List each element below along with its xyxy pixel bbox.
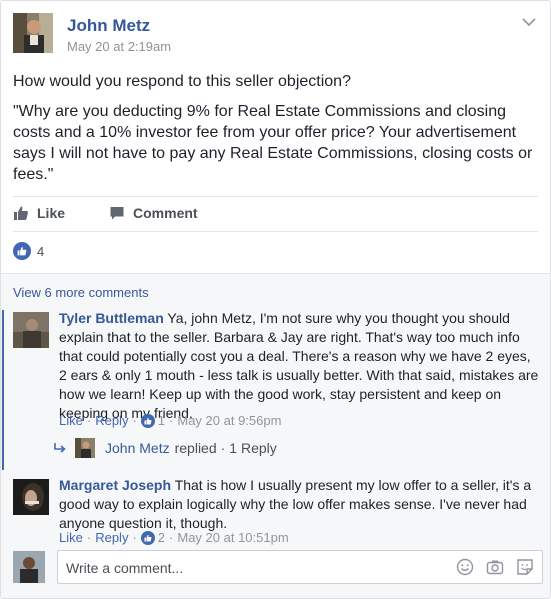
- post-text-quote: "Why are you deducting 9% for Real Estat…: [13, 103, 533, 183]
- comment-text: Margaret Joseph That is how I usually pr…: [59, 476, 539, 533]
- comment-button[interactable]: Comment: [109, 205, 198, 221]
- like-thumb-icon: [14, 206, 28, 220]
- divider: [13, 231, 538, 232]
- comment-like-link[interactable]: Like: [59, 413, 83, 428]
- commenter-name[interactable]: Margaret Joseph: [59, 477, 171, 493]
- comment-reply-link[interactable]: Reply: [95, 413, 128, 428]
- comment-input[interactable]: Write a comment...: [57, 550, 543, 584]
- sticker-icon[interactable]: [516, 558, 534, 581]
- post-card: John Metz May 20 at 2:19am How would you…: [0, 0, 551, 599]
- composer-icons: [444, 558, 534, 581]
- view-more-comments-link[interactable]: View 6 more comments: [13, 285, 149, 300]
- post-actions: Like Comment: [13, 201, 242, 225]
- comment-meta: Like · Reply · 2 · May 20 at 10:51pm: [59, 530, 289, 545]
- comment-item: Margaret Joseph That is how I usually pr…: [13, 476, 539, 559]
- post-text-question: How would you respond to this seller obj…: [13, 73, 351, 90]
- comment-like-link[interactable]: Like: [59, 530, 83, 545]
- comment-meta: Like · Reply · 1 · May 20 at 9:56pm: [59, 413, 281, 428]
- separator-dot: ·: [220, 440, 226, 456]
- comment-composer: Write a comment...: [13, 549, 543, 587]
- post-timestamp[interactable]: May 20 at 2:19am: [67, 39, 171, 54]
- separator-dot: ·: [86, 530, 92, 545]
- comment-like-count[interactable]: 1: [158, 413, 165, 428]
- separator-dot: ·: [169, 413, 174, 428]
- divider: [13, 196, 538, 197]
- separator-dot: ·: [86, 413, 92, 428]
- reply-arrow-icon: [54, 443, 66, 453]
- reaction-count: 4: [37, 243, 45, 259]
- commenter-avatar[interactable]: [13, 479, 49, 515]
- commenter-name[interactable]: Tyler Buttleman: [59, 310, 164, 326]
- replied-label: replied: [174, 440, 217, 456]
- separator-dot: ·: [132, 530, 137, 545]
- replies-summary[interactable]: John Metz replied · 1 Reply: [53, 438, 277, 458]
- comment-bubble-icon: [110, 207, 124, 220]
- comment-timestamp[interactable]: May 20 at 10:51pm: [177, 530, 288, 545]
- like-label: Like: [37, 205, 66, 221]
- reaction-summary[interactable]: 4: [13, 242, 44, 260]
- reply-count: 1 Reply: [229, 440, 277, 456]
- reply-author-avatar: [75, 438, 95, 458]
- like-button[interactable]: Like: [13, 205, 65, 221]
- like-reaction-icon: [13, 242, 31, 260]
- post-header: John Metz May 20 at 2:19am: [1, 1, 550, 65]
- commenter-avatar[interactable]: [13, 312, 49, 348]
- reply-author-name: John Metz: [105, 440, 170, 456]
- comment-reply-link[interactable]: Reply: [95, 530, 128, 545]
- comment-like-count[interactable]: 2: [158, 530, 165, 545]
- comment-timestamp[interactable]: May 20 at 9:56pm: [177, 413, 281, 428]
- emoji-icon[interactable]: [456, 558, 474, 581]
- camera-icon[interactable]: [486, 558, 504, 581]
- comment-label: Comment: [133, 205, 198, 221]
- comment-text: Tyler Buttleman Ya, john Metz, I'm not s…: [59, 309, 539, 423]
- comment-item: Tyler Buttleman Ya, john Metz, I'm not s…: [13, 309, 539, 482]
- separator-dot: ·: [169, 530, 174, 545]
- like-reaction-icon: [140, 530, 155, 545]
- viewer-avatar: [13, 551, 45, 583]
- comment-input-placeholder: Write a comment...: [66, 560, 184, 576]
- like-reaction-icon: [140, 413, 155, 428]
- post-body: How would you respond to this seller obj…: [13, 71, 538, 193]
- post-author-name[interactable]: John Metz: [67, 16, 150, 36]
- author-avatar[interactable]: [13, 13, 53, 53]
- chevron-down-icon[interactable]: [522, 17, 536, 27]
- thread-indicator: [2, 310, 4, 470]
- separator-dot: ·: [132, 413, 137, 428]
- comment-body: Ya, john Metz, I'm not sure why you thou…: [59, 310, 539, 421]
